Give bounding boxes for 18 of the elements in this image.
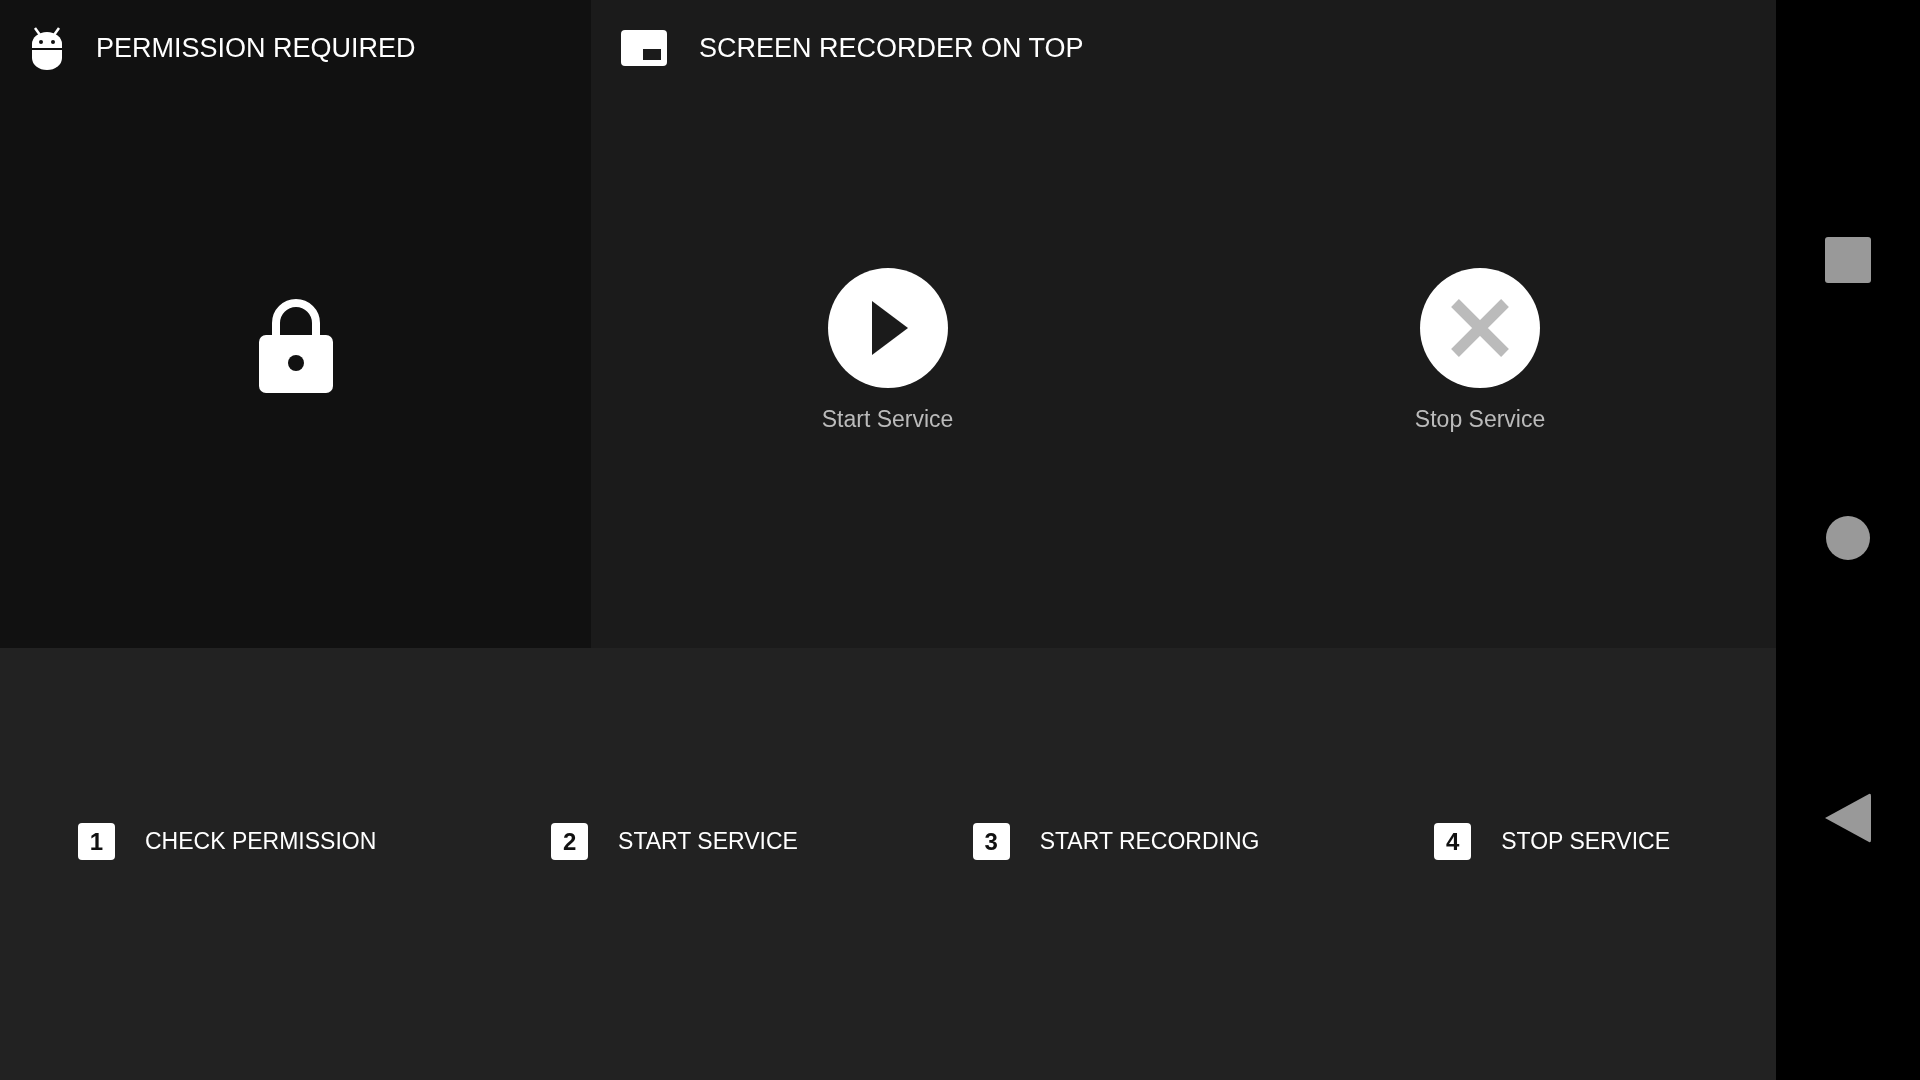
action-label: Start Service	[821, 404, 954, 434]
android-icon	[30, 26, 64, 70]
step-label: STOP SERVICE	[1501, 826, 1670, 856]
panel-title: PERMISSION REQUIRED	[96, 31, 416, 65]
panel-title: SCREEN RECORDER ON TOP	[699, 31, 1084, 65]
picture-in-picture-icon	[621, 30, 667, 66]
step-label: START RECORDING	[1039, 826, 1260, 856]
back-button[interactable]	[1825, 793, 1871, 844]
step-label: CHECK PERMISSION	[145, 826, 377, 856]
step-number-badge: 2	[551, 822, 589, 860]
step-number-badge: 1	[78, 822, 115, 860]
step-label: START SERVICE	[618, 826, 798, 856]
step-number-badge: 4	[1434, 822, 1472, 860]
home-button[interactable]	[1826, 516, 1870, 560]
close-icon	[1450, 297, 1511, 358]
step-number-badge: 3	[972, 822, 1010, 860]
action-label: Stop Service	[1414, 404, 1546, 434]
recents-button[interactable]	[1825, 236, 1871, 283]
